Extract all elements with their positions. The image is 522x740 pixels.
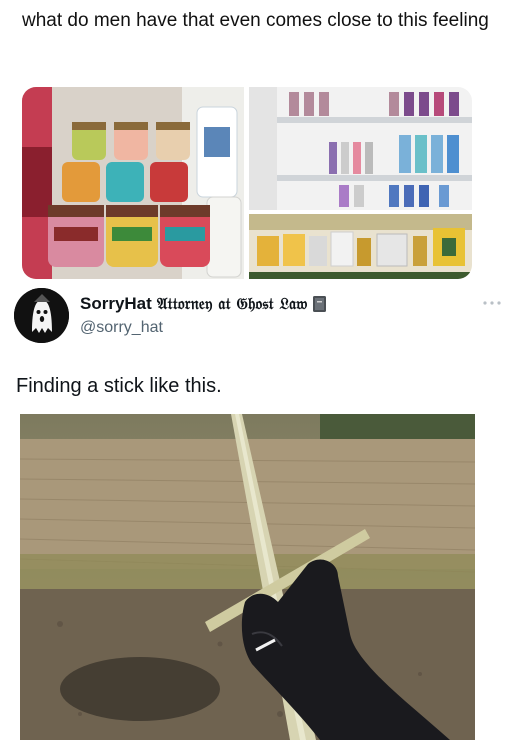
book-icon	[312, 295, 328, 313]
author-block: SorryHat 𝔄𝔱𝔱𝔬𝔯𝔫𝔢𝔶 𝔞𝔱 𝔊𝔥𝔬𝔰𝔱 𝔏𝔞𝔴 @sorry_ha…	[80, 293, 328, 337]
image-grid	[22, 87, 472, 279]
more-dots-icon[interactable]	[478, 296, 508, 310]
store-display-image[interactable]	[249, 214, 472, 279]
display-name-suffix: 𝔄𝔱𝔱𝔬𝔯𝔫𝔢𝔶 𝔞𝔱 𝔊𝔥𝔬𝔰𝔱 𝔏𝔞𝔴	[156, 294, 308, 313]
handle[interactable]: @sorry_hat	[80, 319, 328, 337]
display-name: SorryHat	[80, 294, 152, 313]
stick-photo[interactable]	[20, 414, 475, 740]
display-name-row[interactable]: SorryHat 𝔄𝔱𝔱𝔬𝔯𝔫𝔢𝔶 𝔞𝔱 𝔊𝔥𝔬𝔰𝔱 𝔏𝔞𝔴	[80, 293, 328, 315]
quoted-tweet-header: SorryHat 𝔄𝔱𝔱𝔬𝔯𝔫𝔢𝔶 𝔞𝔱 𝔊𝔥𝔬𝔰𝔱 𝔏𝔞𝔴 @sorry_ha…	[14, 288, 508, 348]
quoted-tweet-text: Finding a stick like this.	[16, 375, 222, 397]
store-shelves-image[interactable]	[249, 87, 472, 210]
post-caption: what do men have that even comes close t…	[22, 10, 489, 31]
ghost-avatar[interactable]	[14, 288, 69, 343]
scrub-jars-image[interactable]	[22, 87, 244, 279]
